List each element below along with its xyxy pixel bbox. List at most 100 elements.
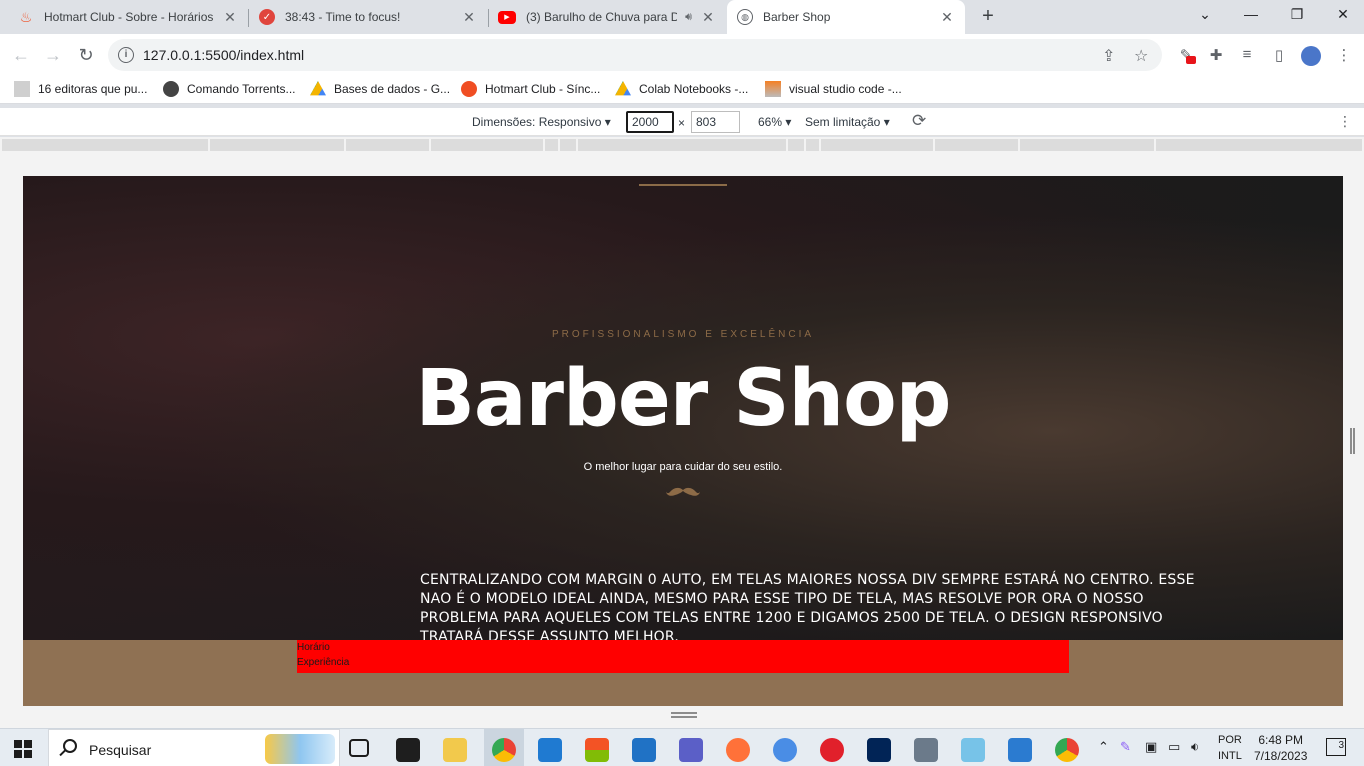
ruler-segment[interactable] bbox=[1020, 139, 1154, 151]
viewport-resize-handle-bottom[interactable] bbox=[671, 712, 697, 718]
ruler-segment[interactable] bbox=[210, 139, 344, 151]
tab-title: Barber Shop bbox=[763, 10, 831, 24]
powershell-icon[interactable] bbox=[867, 738, 891, 762]
times-symbol: × bbox=[678, 116, 686, 130]
media-query-ruler[interactable] bbox=[0, 137, 1364, 154]
forward-button[interactable]: → bbox=[40, 42, 66, 68]
calculator-icon[interactable] bbox=[914, 738, 938, 762]
chrome-icon[interactable] bbox=[492, 738, 516, 762]
eyedropper-extension-icon[interactable]: ✎ bbox=[1176, 46, 1196, 66]
close-icon[interactable]: ✕ bbox=[939, 9, 955, 26]
pomodoro-check-icon: ✓ bbox=[259, 9, 275, 25]
task-view-icon[interactable] bbox=[349, 739, 369, 757]
share-icon[interactable]: ⇪ bbox=[1102, 46, 1115, 66]
kebab-menu-icon[interactable]: ⋮ bbox=[1334, 46, 1354, 66]
close-window-button[interactable]: ✕ bbox=[1320, 0, 1364, 30]
ruler-segment[interactable] bbox=[431, 139, 543, 151]
taskbar-clock[interactable]: 6:48 PM 7/18/2023 bbox=[1254, 732, 1307, 764]
bookmark-item[interactable]: 16 editoras que pu... bbox=[14, 81, 147, 97]
notification-center-icon[interactable]: 3 bbox=[1326, 738, 1346, 756]
bookmark-star-icon[interactable]: ☆ bbox=[1134, 46, 1148, 66]
tab-strip: ♨ Hotmart Club - Sobre - Horários ✕ ✓ 38… bbox=[0, 0, 1364, 34]
nav-item-horario[interactable]: Horário bbox=[297, 640, 1069, 655]
tab-search-chevron-icon[interactable]: ⌄ bbox=[1182, 0, 1228, 30]
address-bar[interactable]: i 127.0.0.1:5500/index.html ⇪ ☆ bbox=[108, 39, 1162, 71]
volume-icon[interactable]: 🔉︎ bbox=[1191, 739, 1199, 755]
taskbar-search-box[interactable]: Pesquisar bbox=[48, 729, 340, 766]
restore-button[interactable]: ❐ bbox=[1274, 0, 1320, 30]
power-automate-icon[interactable] bbox=[679, 738, 703, 762]
opera-icon[interactable] bbox=[820, 738, 844, 762]
dimensions-label: Dimensões: Responsivo bbox=[472, 115, 602, 129]
caret-down-icon: ▾ bbox=[785, 115, 792, 129]
snipping-tool-icon[interactable] bbox=[961, 738, 985, 762]
input-language-indicator[interactable]: POR INTL bbox=[1218, 732, 1242, 764]
dimensions-dropdown[interactable]: Dimensões: Responsivo ▾ bbox=[472, 115, 611, 129]
tab-youtube[interactable]: ▶ (3) Barulho de Chuva para Dormir 🔊︎ ✕ bbox=[488, 0, 726, 34]
qbittorrent-icon[interactable] bbox=[773, 738, 797, 762]
back-button[interactable]: ← bbox=[8, 42, 34, 68]
tab-title: (3) Barulho de Chuva para Dormir bbox=[526, 10, 678, 24]
google-drive-icon bbox=[310, 81, 326, 96]
close-icon[interactable]: ✕ bbox=[700, 9, 716, 26]
ruler-segment[interactable] bbox=[788, 139, 804, 151]
keyboard-layout: INTL bbox=[1218, 750, 1242, 762]
new-tab-button[interactable]: + bbox=[976, 5, 1000, 29]
ruler-segment[interactable] bbox=[2, 139, 208, 151]
bookmark-label: Colab Notebooks -... bbox=[639, 82, 749, 96]
reload-button[interactable]: ↻ bbox=[73, 42, 99, 68]
nav-item-experiencia[interactable]: Experiência bbox=[297, 655, 1069, 670]
tab-hotmart[interactable]: ♨ Hotmart Club - Sobre - Horários ✕ bbox=[8, 0, 248, 34]
zoom-dropdown[interactable]: 66% ▾ bbox=[758, 115, 791, 129]
chrome-profile-icon[interactable] bbox=[1055, 738, 1079, 762]
hotmart-flame-icon: ♨ bbox=[19, 8, 33, 25]
ruler-segment[interactable] bbox=[821, 139, 933, 151]
bookmark-item[interactable]: Colab Notebooks -... bbox=[615, 81, 748, 97]
microsoft-store-icon[interactable] bbox=[585, 738, 609, 762]
media-control-icon[interactable]: ≡ bbox=[1237, 46, 1257, 66]
info-icon[interactable]: i bbox=[118, 47, 134, 63]
tray-overflow-chevron-icon[interactable]: ⌃ bbox=[1098, 739, 1109, 755]
notice-text: CENTRALIZANDO COM MARGIN 0 AUTO, EM TELA… bbox=[420, 572, 1195, 645]
speaker-icon[interactable]: 🔊︎ bbox=[685, 11, 692, 24]
profile-avatar[interactable] bbox=[1301, 46, 1321, 66]
viewport-height-input[interactable] bbox=[691, 111, 740, 133]
device-toolbar: Dimensões: Responsivo ▾ × 66% ▾ Sem limi… bbox=[0, 108, 1364, 136]
mail-icon[interactable] bbox=[632, 738, 656, 762]
extensions-puzzle-icon[interactable]: ✚ bbox=[1206, 46, 1226, 66]
file-explorer-icon[interactable] bbox=[443, 738, 467, 762]
throttle-dropdown[interactable]: Sem limitação ▾ bbox=[805, 115, 890, 129]
nav-container: Horário Experiência bbox=[297, 640, 1069, 673]
ruler-segment[interactable] bbox=[1156, 139, 1362, 151]
tab-pomodoro[interactable]: ✓ 38:43 - Time to focus! ✕ bbox=[249, 0, 487, 34]
ruler-segment[interactable] bbox=[578, 139, 786, 151]
bookmark-item[interactable]: Hotmart Club - Sínc... bbox=[461, 81, 600, 97]
photos-icon[interactable] bbox=[1008, 738, 1032, 762]
ruler-segment[interactable] bbox=[935, 139, 1018, 151]
network-icon[interactable]: ▭ bbox=[1168, 739, 1180, 755]
camera-icon[interactable]: ▣ bbox=[1145, 739, 1157, 755]
ruler-segment[interactable] bbox=[545, 139, 558, 151]
bookmark-item[interactable]: Comando Torrents... bbox=[163, 81, 296, 97]
url-text[interactable]: 127.0.0.1:5500/index.html bbox=[143, 47, 304, 63]
rotate-icon[interactable]: ⟳ bbox=[912, 111, 926, 131]
minimize-button[interactable]: — bbox=[1228, 0, 1274, 30]
close-icon[interactable]: ✕ bbox=[461, 9, 477, 26]
hero-section: PROFISSIONALISMO E EXCELÊNCIA Barber Sho… bbox=[23, 176, 1343, 645]
ruler-segment[interactable] bbox=[560, 139, 576, 151]
pen-icon[interactable]: ✎ bbox=[1120, 739, 1131, 755]
vscode-icon[interactable] bbox=[538, 738, 562, 762]
terminal-icon[interactable] bbox=[396, 738, 420, 762]
bookmark-item[interactable]: Bases de dados - G... bbox=[310, 81, 450, 97]
ruler-segment[interactable] bbox=[346, 139, 429, 151]
viewport-width-input[interactable] bbox=[626, 111, 674, 133]
side-panel-icon[interactable]: ▯ bbox=[1269, 46, 1289, 66]
windows-start-icon[interactable] bbox=[14, 740, 32, 758]
tab-barber-shop[interactable]: ◍ Barber Shop ✕ bbox=[727, 0, 965, 34]
ruler-segment[interactable] bbox=[806, 139, 819, 151]
close-icon[interactable]: ✕ bbox=[222, 9, 238, 26]
bookmark-item[interactable]: visual studio code -... bbox=[765, 81, 902, 97]
firefox-icon[interactable] bbox=[726, 738, 750, 762]
devtools-kebab-icon[interactable]: ⋮ bbox=[1338, 113, 1352, 130]
viewport-resize-handle-right[interactable] bbox=[1350, 428, 1355, 454]
